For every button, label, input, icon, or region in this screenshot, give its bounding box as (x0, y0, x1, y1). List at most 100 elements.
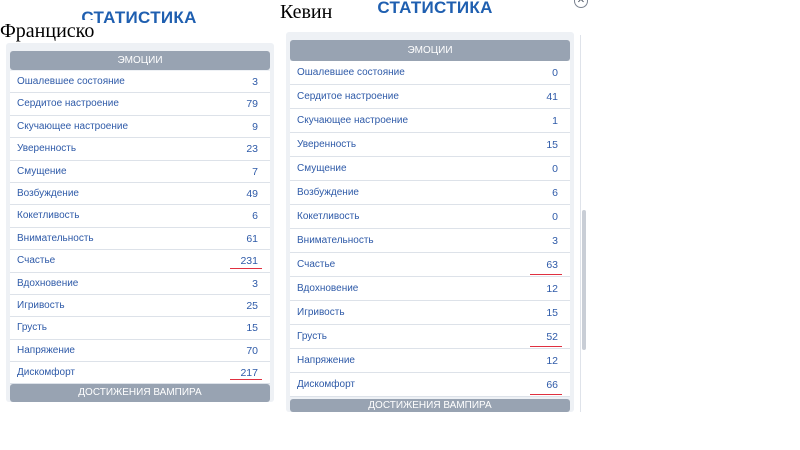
right-emotion-highlight-underline (530, 274, 562, 275)
left-emotion-row-label: Уверенность (17, 143, 77, 155)
left-emotion-row-label: Ошалевшее состояние (17, 76, 125, 87)
right-emotion-row-value: 0 (552, 211, 558, 223)
left-caption: Франциско (0, 20, 95, 42)
right-emotion-row-value: 6 (552, 187, 558, 199)
right-emotion-row-value: 0 (552, 163, 558, 175)
left-emotion-row-value: 15 (246, 322, 258, 335)
left-emotion-row: Возбуждение 49 (10, 182, 270, 206)
left-emotion-row-value: 61 (246, 232, 258, 245)
left-emotion-row: Грусть 15 (10, 317, 270, 340)
left-emotion-row-label: Вдохновение (17, 277, 79, 289)
left-emotion-row-label: Внимательность (17, 232, 94, 244)
right-emotion-row-label: Игривость (297, 307, 345, 318)
left-emotion-row-label: Счастье (17, 255, 56, 267)
right-emotion-row-label: Вдохновение (297, 283, 359, 294)
right-emotion-row-label: Скучающее настроение (297, 115, 409, 126)
left-emotion-row-label: Дискомфорт (17, 367, 75, 379)
right-emotion-highlight-underline (530, 346, 562, 347)
right-section-vampire-achievements[interactable]: ДОСТИЖЕНИЯ ВАМПИРА (290, 399, 570, 412)
left-emotion-highlight-underline (230, 379, 262, 381)
right-emotion-row-label: Сердитое настроение (297, 91, 399, 102)
right-emotion-row: Счастье 63 (290, 253, 570, 277)
left-stats-card: ЭМОЦИИ Ошалевшее состояние 3 Сердитое наст… (6, 43, 274, 402)
right-emotion-row: Кокетливость 0 (290, 205, 570, 229)
right-emotion-row: Дискомфорт 66 (290, 373, 570, 397)
right-emotion-row-value: 12 (546, 283, 558, 295)
left-emotion-row: Смущение 7 (10, 160, 270, 183)
left-emotion-list: Ошалевшее состояние 3 Сердитое настроение 7… (10, 71, 270, 385)
left-emotion-row-value: 231 (240, 255, 258, 268)
right-emotion-row: Вдохновение 12 (290, 277, 570, 301)
right-emotion-highlight-underline (530, 394, 562, 395)
right-stats-panel: СТАТИСТИКА ЭМОЦИИ Ошалевшее состояние 0 Се… (282, 0, 588, 412)
right-emotion-row-value: 41 (546, 91, 558, 103)
right-emotion-row-value: 3 (552, 235, 558, 247)
right-emotion-row: Смущение 0 (290, 157, 570, 181)
right-emotion-row: Внимательность 3 (290, 229, 570, 253)
left-emotion-row-value: 49 (246, 187, 258, 200)
right-caption: Кевин (280, 1, 333, 23)
right-section-emotions: ЭМОЦИИ (290, 40, 570, 61)
left-stats-panel: СТАТИСТИКА ЭМОЦИИ Ошалевшее состояние 3 Се… (2, 0, 276, 402)
right-emotion-row-value: 0 (552, 67, 558, 79)
left-section-emotions: ЭМОЦИИ (10, 51, 270, 70)
left-emotion-row: Вдохновение 3 (10, 272, 270, 295)
left-emotion-row: Напряжение 70 (10, 339, 270, 363)
right-emotion-row: Сердитое настроение 41 (290, 85, 570, 109)
right-emotion-row: Уверенность 15 (290, 133, 570, 157)
right-emotion-row: Игривость 15 (290, 301, 570, 325)
left-emotion-row-value: 79 (246, 98, 258, 111)
right-stats-card: ЭМОЦИИ Ошалевшее состояние 0 Сердитое наст… (286, 32, 574, 412)
right-emotion-row-label: Уверенность (297, 139, 357, 150)
left-emotion-row: Счастье 231 (10, 250, 270, 273)
left-emotion-row-value: 3 (252, 76, 258, 88)
right-emotion-row-label: Напряжение (297, 355, 355, 366)
left-emotion-row-label: Смущение (17, 165, 67, 177)
left-section-vampire-achievements[interactable]: ДОСТИЖЕНИЯ ВАМПИРА (10, 384, 270, 402)
left-emotion-row-label: Игривость (17, 299, 65, 311)
right-emotion-row-value: 1 (552, 115, 558, 127)
right-emotion-list: Ошалевшее состояние 0 Сердитое настроение 4… (290, 61, 570, 397)
left-emotion-row: Сердитое настроение 79 (10, 93, 270, 116)
left-emotion-row-label: Сердитое настроение (17, 98, 119, 110)
left-emotion-row: Игривость 25 (10, 294, 270, 318)
left-emotion-row-label: Напряжение (17, 344, 75, 356)
left-emotion-row-label: Кокетливость (17, 210, 80, 222)
right-emotion-row-value: 15 (546, 307, 558, 319)
right-emotion-row-label: Возбуждение (297, 187, 359, 198)
right-emotion-row-label: Кокетливость (297, 211, 360, 222)
right-scrollbar[interactable] (580, 35, 588, 412)
left-emotion-row-value: 7 (252, 165, 258, 178)
right-emotion-row-label: Дискомфорт (297, 379, 355, 390)
right-emotion-row: Скучающее настроение 1 (290, 109, 570, 133)
left-emotion-row-value: 3 (252, 277, 258, 290)
left-emotion-row-value: 217 (240, 367, 258, 380)
right-emotion-row-label: Счастье (297, 259, 336, 270)
left-emotion-highlight-underline (230, 267, 262, 269)
left-emotion-row: Скучающее настроение 9 (10, 115, 270, 139)
right-emotion-row-value: 15 (546, 139, 558, 151)
right-emotion-row: Возбуждение 6 (290, 181, 570, 205)
right-emotion-row-label: Смущение (297, 163, 347, 174)
left-emotion-row: Кокетливость 6 (10, 205, 270, 228)
left-emotion-row-label: Возбуждение (17, 187, 79, 199)
left-emotion-row-value: 70 (246, 344, 258, 357)
left-emotion-row-value: 9 (252, 120, 258, 133)
left-emotion-row-value: 25 (246, 299, 258, 312)
right-emotion-row: Ошалевшее состояние 0 (290, 61, 570, 85)
right-emotion-row-label: Внимательность (297, 235, 374, 246)
left-emotion-row: Ошалевшее состояние 3 (10, 71, 270, 94)
right-emotion-row-label: Ошалевшее состояние (297, 67, 405, 78)
right-scroll-thumb[interactable] (582, 210, 586, 350)
right-emotion-row: Грусть 52 (290, 325, 570, 349)
left-emotion-row-value: 6 (252, 210, 258, 223)
right-emotion-row-value: 12 (546, 355, 558, 367)
right-emotion-row: Напряжение 12 (290, 349, 570, 373)
left-emotion-row-value: 23 (246, 143, 258, 156)
left-emotion-row-label: Грусть (17, 322, 47, 334)
left-emotion-row: Уверенность 23 (10, 138, 270, 161)
left-emotion-row: Внимательность 61 (10, 227, 270, 251)
left-emotion-row: Дискомфорт 217 (10, 362, 270, 385)
right-emotion-row-label: Грусть (297, 331, 327, 342)
left-emotion-row-label: Скучающее настроение (17, 120, 129, 132)
